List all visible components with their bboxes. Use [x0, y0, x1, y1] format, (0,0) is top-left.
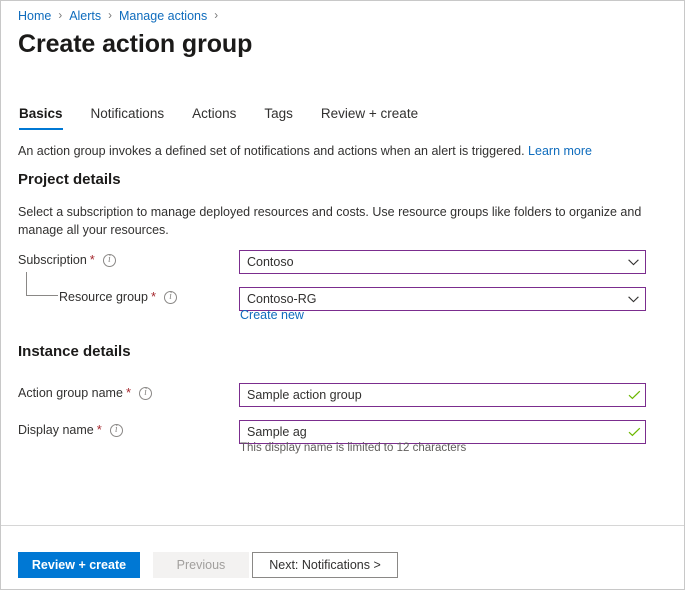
tab-tags[interactable]: Tags — [264, 105, 293, 130]
create-action-group-page: Home › Alerts › Manage actions › Create … — [0, 0, 685, 590]
tab-notifications[interactable]: Notifications — [91, 105, 165, 130]
breadcrumb-separator-icon: › — [108, 8, 112, 24]
action-group-name-value: Sample action group — [240, 387, 623, 403]
info-icon[interactable]: i — [103, 254, 116, 267]
required-indicator: * — [90, 252, 95, 268]
breadcrumb-separator-icon: › — [214, 8, 218, 24]
tab-review-create[interactable]: Review + create — [321, 105, 418, 130]
breadcrumb-separator-icon: › — [58, 8, 62, 24]
display-name-label: Display name — [18, 422, 94, 438]
breadcrumb-item-home[interactable]: Home — [18, 8, 51, 24]
intro-description: An action group invokes a defined set of… — [18, 144, 525, 158]
section-heading-project-details: Project details — [18, 170, 121, 190]
project-details-description: Select a subscription to manage deployed… — [18, 204, 650, 239]
subscription-dropdown[interactable]: Contoso — [239, 250, 646, 274]
display-name-value: Sample ag — [240, 424, 623, 440]
resource-group-label-group: Resource group * i — [59, 289, 177, 305]
breadcrumb-item-alerts[interactable]: Alerts — [69, 8, 101, 24]
learn-more-link[interactable]: Learn more — [528, 144, 592, 158]
resource-group-tree-connector — [26, 272, 58, 296]
required-indicator: * — [126, 385, 131, 401]
intro-text: An action group invokes a defined set of… — [18, 143, 592, 160]
tab-basics[interactable]: Basics — [19, 105, 63, 130]
valid-check-icon — [623, 384, 645, 406]
footer-divider — [1, 525, 684, 526]
breadcrumb-item-manage-actions[interactable]: Manage actions — [119, 8, 207, 24]
previous-button: Previous — [153, 552, 249, 578]
subscription-label-group: Subscription * i — [18, 252, 116, 268]
action-group-name-label-group: Action group name * i — [18, 385, 152, 401]
action-group-name-input[interactable]: Sample action group — [239, 383, 646, 407]
required-indicator: * — [151, 289, 156, 305]
valid-check-icon — [623, 421, 645, 443]
info-icon[interactable]: i — [164, 291, 177, 304]
breadcrumb: Home › Alerts › Manage actions › — [18, 8, 225, 24]
section-heading-instance-details: Instance details — [18, 342, 131, 362]
subscription-value: Contoso — [240, 254, 621, 270]
next-notifications-button[interactable]: Next: Notifications > — [252, 552, 398, 578]
display-name-helper-text: This display name is limited to 12 chara… — [240, 441, 466, 456]
chevron-down-icon[interactable] — [621, 251, 645, 273]
display-name-label-group: Display name * i — [18, 422, 123, 438]
info-icon[interactable]: i — [110, 424, 123, 437]
chevron-down-icon[interactable] — [621, 288, 645, 310]
resource-group-label: Resource group — [59, 289, 148, 305]
required-indicator: * — [97, 422, 102, 438]
tab-actions[interactable]: Actions — [192, 105, 236, 130]
page-title: Create action group — [18, 28, 252, 60]
resource-group-value: Contoso-RG — [240, 291, 621, 307]
action-group-name-label: Action group name — [18, 385, 123, 401]
subscription-label: Subscription — [18, 252, 87, 268]
info-icon[interactable]: i — [139, 387, 152, 400]
create-new-resource-group-link[interactable]: Create new — [240, 307, 304, 323]
review-create-button[interactable]: Review + create — [18, 552, 140, 578]
wizard-tabs: Basics Notifications Actions Tags Review… — [19, 105, 446, 130]
